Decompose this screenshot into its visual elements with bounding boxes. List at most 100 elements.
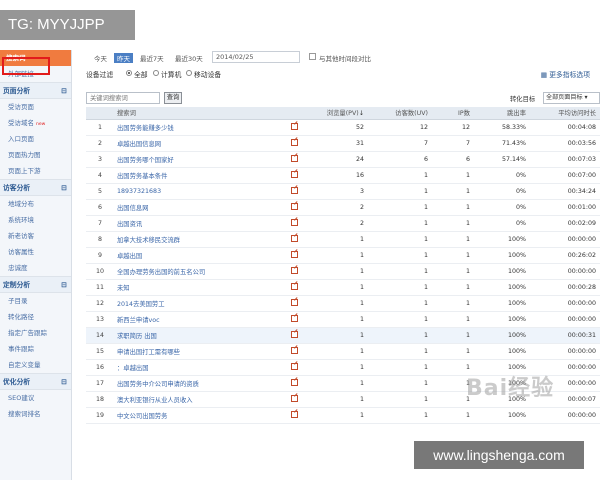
compare-checkbox[interactable] <box>309 53 316 60</box>
external-link-icon[interactable] <box>290 171 298 179</box>
sidebar-section-8[interactable]: 访客分析 ⊟ <box>0 179 71 196</box>
external-link-icon[interactable] <box>290 187 298 195</box>
query-button[interactable]: 查询 <box>164 92 182 104</box>
external-link-icon[interactable] <box>290 251 298 259</box>
external-link-icon[interactable] <box>286 391 302 408</box>
external-link-icon[interactable] <box>290 331 298 339</box>
external-link-icon[interactable] <box>290 395 298 403</box>
row-keyword-link[interactable]: 出国劳务基本条件 <box>114 167 286 184</box>
today-button[interactable]: 今天 <box>94 53 107 63</box>
col-bounce[interactable]: 跳出率 <box>474 107 530 120</box>
table-row[interactable]: 19 中文公司出国劳务 1 1 1 100% 00:00:00 <box>86 407 600 424</box>
external-link-icon[interactable] <box>286 327 302 344</box>
external-link-icon[interactable] <box>286 199 302 216</box>
sidebar-item-9[interactable]: 地域分布 <box>0 196 71 212</box>
table-row[interactable]: 2 卓越出国信息网 31 7 7 71.43% 00:03:56 <box>86 135 600 152</box>
collapse-icon[interactable]: ⊟ <box>61 277 67 294</box>
sidebar-item-4[interactable]: 受访域名 new <box>0 115 71 131</box>
external-link-icon[interactable] <box>290 139 298 147</box>
collapse-icon[interactable]: ⊟ <box>61 180 67 197</box>
sidebar-item-3[interactable]: 受访页面 <box>0 99 71 115</box>
external-link-icon[interactable] <box>286 183 302 200</box>
row-keyword-link[interactable]: 全国办理劳务出国的前五名公司 <box>114 263 286 280</box>
sidebar-item-18[interactable]: 事件跟踪 <box>0 341 71 357</box>
yesterday-button[interactable]: 昨天 <box>114 53 133 63</box>
external-link-icon[interactable] <box>290 235 298 243</box>
external-link-icon[interactable] <box>290 123 298 131</box>
external-link-icon[interactable] <box>290 363 298 371</box>
external-link-icon[interactable] <box>290 155 298 163</box>
external-link-icon[interactable] <box>290 267 298 275</box>
external-link-icon[interactable] <box>286 279 302 296</box>
table-row[interactable]: 10 全国办理劳务出国的前五名公司 1 1 1 100% 00:00:00 <box>86 263 600 280</box>
sidebar-item-10[interactable]: 系统环境 <box>0 212 71 228</box>
external-link-icon[interactable] <box>290 219 298 227</box>
external-link-icon[interactable] <box>286 263 302 280</box>
keyword-search-input[interactable] <box>86 92 160 104</box>
external-link-icon[interactable] <box>286 167 302 184</box>
row-keyword-link[interactable]: 出国劳务能赚多少钱 <box>114 119 286 136</box>
row-keyword-link[interactable]: 2014去美国劳工 <box>114 295 286 312</box>
col-ip[interactable]: IP数 <box>432 107 474 120</box>
conversion-select[interactable]: 全部页面目标 ▾ <box>543 92 600 104</box>
table-row[interactable]: 1 出国劳务能赚多少钱 52 12 12 58.33% 00:04:08 <box>86 119 600 136</box>
external-link-icon[interactable] <box>286 311 302 328</box>
external-link-icon[interactable] <box>290 347 298 355</box>
sidebar-item-12[interactable]: 访客属性 <box>0 244 71 260</box>
external-link-icon[interactable] <box>286 295 302 312</box>
table-row[interactable]: 7 出国资讯 2 1 1 0% 00:02:09 <box>86 215 600 232</box>
row-keyword-link[interactable]: 澳大利亚银行从业人员收入 <box>114 391 286 408</box>
col-uv[interactable]: 访客数(UV) <box>368 107 432 120</box>
table-row[interactable]: 5 18937321683 3 1 1 0% 00:34:24 <box>86 183 600 200</box>
row-keyword-link[interactable]: ：卓越出国 <box>114 359 286 376</box>
external-link-icon[interactable] <box>290 411 298 419</box>
external-link-icon[interactable] <box>290 299 298 307</box>
sidebar-section-20[interactable]: 优化分析 ⊟ <box>0 373 71 390</box>
radio-computer[interactable] <box>153 70 159 76</box>
row-keyword-link[interactable]: 出国信息网 <box>114 199 286 216</box>
row-keyword-link[interactable]: 18937321683 <box>114 183 286 200</box>
row-keyword-link[interactable]: 出国劳务中介公司申请的资质 <box>114 375 286 392</box>
sidebar-item-17[interactable]: 指定广告跟踪 <box>0 325 71 341</box>
sidebar-item-21[interactable]: SEO建议 <box>0 390 71 406</box>
external-link-icon[interactable] <box>286 119 302 136</box>
row-keyword-link[interactable]: 中文公司出国劳务 <box>114 407 286 424</box>
table-row[interactable]: 14 求职简历 出国 1 1 1 100% 00:00:31 <box>86 327 600 344</box>
sidebar-item-6[interactable]: 页面热力图 <box>0 147 71 163</box>
external-link-icon[interactable] <box>286 343 302 360</box>
external-link-icon[interactable] <box>286 359 302 376</box>
row-keyword-link[interactable]: 出国资讯 <box>114 215 286 232</box>
sidebar-item-22[interactable]: 搜索词排名 <box>0 406 71 422</box>
table-row[interactable]: 3 出国劳务哪个国家好 24 6 6 57.14% 00:07:03 <box>86 151 600 168</box>
sidebar-section-2[interactable]: 页面分析 ⊟ <box>0 82 71 99</box>
external-link-icon[interactable] <box>286 407 302 424</box>
row-keyword-link[interactable]: 申请出国打工需有哪些 <box>114 343 286 360</box>
table-row[interactable]: 12 2014去美国劳工 1 1 1 100% 00:00:00 <box>86 295 600 312</box>
external-link-icon[interactable] <box>286 151 302 168</box>
sidebar-item-5[interactable]: 入口页面 <box>0 131 71 147</box>
external-link-icon[interactable] <box>290 283 298 291</box>
table-row[interactable]: 15 申请出国打工需有哪些 1 1 1 100% 00:00:00 <box>86 343 600 360</box>
sidebar-item-7[interactable]: 页面上下游 <box>0 163 71 179</box>
row-keyword-link[interactable]: 卓越出国信息网 <box>114 135 286 152</box>
row-keyword-link[interactable]: 加拿大技术移民交流群 <box>114 231 286 248</box>
table-row[interactable]: 13 新西兰申请voc 1 1 1 100% 00:00:00 <box>86 311 600 328</box>
table-row[interactable]: 11 未知 1 1 1 100% 00:00:28 <box>86 279 600 296</box>
external-link-icon[interactable] <box>290 203 298 211</box>
last30-button[interactable]: 最近30天 <box>175 53 203 63</box>
row-keyword-link[interactable]: 出国劳务哪个国家好 <box>114 151 286 168</box>
sidebar-item-19[interactable]: 自定义变量 <box>0 357 71 373</box>
sidebar-item-11[interactable]: 新老访客 <box>0 228 71 244</box>
last7-button[interactable]: 最近7天 <box>140 53 164 63</box>
external-link-icon[interactable] <box>286 135 302 152</box>
table-row[interactable]: 8 加拿大技术移民交流群 1 1 1 100% 00:00:00 <box>86 231 600 248</box>
row-keyword-link[interactable]: 新西兰申请voc <box>114 311 286 328</box>
col-keyword[interactable]: 搜索词 <box>114 107 286 120</box>
more-options-link[interactable]: ▦ 更多指标选项 <box>541 69 590 79</box>
row-keyword-link[interactable]: 求职简历 出国 <box>114 327 286 344</box>
row-keyword-link[interactable]: 未知 <box>114 279 286 296</box>
date-picker[interactable]: 2014/02/25 <box>212 51 300 63</box>
sidebar-item-15[interactable]: 子目录 <box>0 293 71 309</box>
external-link-icon[interactable] <box>290 315 298 323</box>
col-duration[interactable]: 平均访问时长 <box>530 107 600 120</box>
